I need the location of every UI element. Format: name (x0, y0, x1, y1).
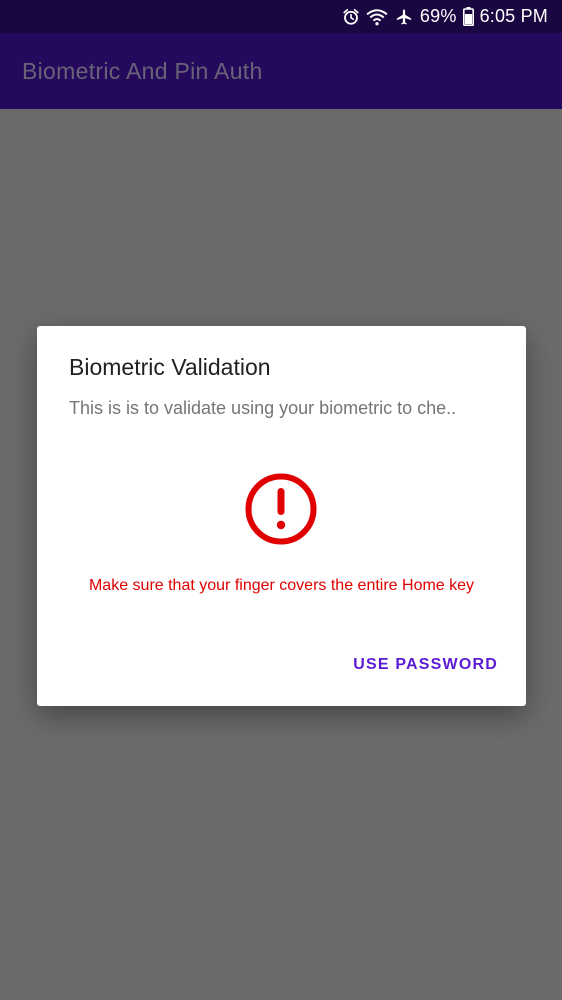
dialog-description: This is is to validate using your biomet… (69, 398, 457, 418)
clock: 6:05 PM (479, 6, 548, 26)
app-bar: Biometric And Pin Auth (0, 33, 562, 109)
battery-icon (462, 7, 474, 27)
dialog-title: Biometric Validation (69, 354, 271, 380)
status-bar: 69% 6:05 PM (0, 0, 562, 33)
airplane-mode-icon (394, 7, 414, 27)
error-icon (244, 472, 318, 546)
app-title: Biometric And Pin Auth (22, 57, 263, 84)
biometric-dialog: Biometric Validation This is is to valid… (37, 326, 526, 706)
screen: 69% 6:05 PM Biometric And Pin Auth Biome… (0, 0, 562, 1000)
use-password-button[interactable]: USE PASSWORD (353, 656, 498, 674)
battery-percent: 69% (419, 6, 457, 26)
fingerprint-error-message: Make sure that your finger covers the en… (88, 577, 475, 594)
alarm-icon (342, 7, 360, 27)
wifi-icon (366, 7, 388, 27)
